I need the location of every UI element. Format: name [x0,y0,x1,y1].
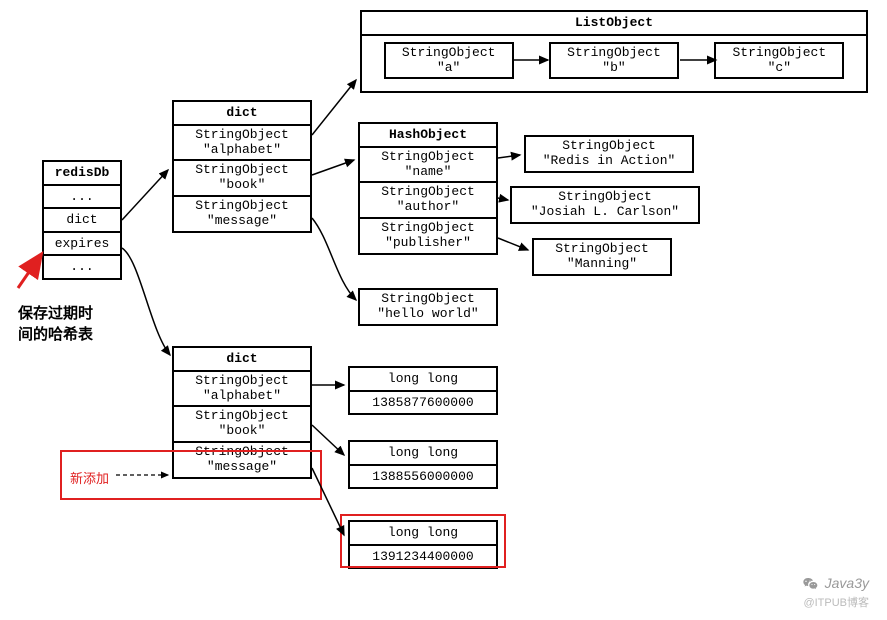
value-label: 1391234400000 [350,546,496,568]
redisdb-box: redisDb ... dict expires ... [42,160,122,280]
main-dict-key-book: StringObject "book" [174,161,310,197]
type-label: StringObject [195,162,289,177]
type-label: long long [350,368,496,392]
type-label: StringObject [381,184,475,199]
value-label: "publisher" [385,235,471,250]
main-dict-box: dict StringObject "alphabet" StringObjec… [172,100,312,233]
type-label: StringObject [402,45,496,60]
watermark-java3y: Java3y [802,575,869,592]
hash-field-publisher: StringObject "publisher" [360,219,496,253]
value-label: "c" [768,60,791,75]
value-label: "book" [219,177,266,192]
value-label: 1388556000000 [350,466,496,488]
hashobject-title: HashObject [360,124,496,148]
redisdb-row: ... [44,186,120,210]
list-item-a: StringObject "a" [384,42,514,80]
type-label: StringObject [381,291,475,306]
type-label: StringObject [195,408,289,423]
longlong-book: long long 1388556000000 [348,440,498,489]
type-label: StringObject [195,127,289,142]
watermark-text: Java3y [825,575,869,591]
redisdb-dict-row: dict [44,209,120,233]
type-label: StringObject [555,241,649,256]
list-item-b: StringObject "b" [549,42,679,80]
listobject-title: ListObject [362,12,866,36]
value-label: "name" [405,164,452,179]
value-label: "alphabet" [203,388,281,403]
value-label: "message" [207,459,277,474]
watermark-itpub: @ITPUB博客 [803,594,869,610]
value-label: "a" [437,60,460,75]
type-label: long long [350,522,496,546]
value-label: "Josiah L. Carlson" [531,204,679,219]
expires-key-alphabet: StringObject "alphabet" [174,372,310,408]
hash-field-author: StringObject "author" [360,183,496,219]
type-label: StringObject [381,149,475,164]
main-dict-key-message: StringObject "message" [174,197,310,231]
expires-dict-title: dict [174,348,310,372]
longlong-alphabet: long long 1385877600000 [348,366,498,415]
expires-key-message: StringObject "message" [174,443,310,477]
new-added-label: 新添加 [70,468,109,487]
value-label: 1385877600000 [350,392,496,414]
main-dict-key-alphabet: StringObject "alphabet" [174,126,310,162]
expires-dict-box: dict StringObject "alphabet" StringObjec… [172,346,312,479]
type-label: long long [350,442,496,466]
hash-value-carlson: StringObject "Josiah L. Carlson" [510,186,700,224]
value-label: "b" [602,60,625,75]
hello-world-box: StringObject "hello world" [358,288,498,326]
expires-key-book: StringObject "book" [174,407,310,443]
value-label: "alphabet" [203,142,281,157]
type-label: StringObject [562,138,656,153]
hash-value-redis-in-action: StringObject "Redis in Action" [524,135,694,173]
value-label: "hello world" [377,306,478,321]
longlong-message: long long 1391234400000 [348,520,498,569]
type-label: StringObject [558,189,652,204]
wechat-icon [802,576,818,592]
type-label: StringObject [567,45,661,60]
value-label: "author" [397,199,459,214]
type-label: StringObject [733,45,827,60]
redisdb-title: redisDb [44,162,120,186]
value-label: "Redis in Action" [543,153,676,168]
expires-callout: 保存过期时 间的哈希表 [18,302,93,344]
listobject-box: ListObject StringObject "a" StringObject… [360,10,868,93]
hashobject-box: HashObject StringObject "name" StringObj… [358,122,498,255]
main-dict-title: dict [174,102,310,126]
hash-value-manning: StringObject "Manning" [532,238,672,276]
type-label: StringObject [195,373,289,388]
type-label: StringObject [195,444,289,459]
type-label: StringObject [195,198,289,213]
hash-field-name: StringObject "name" [360,148,496,184]
value-label: "Manning" [567,256,637,271]
value-label: "message" [207,213,277,228]
redisdb-expires-row: expires [44,233,120,257]
value-label: "book" [219,423,266,438]
list-item-c: StringObject "c" [714,42,844,80]
redisdb-row: ... [44,256,120,278]
type-label: StringObject [381,220,475,235]
